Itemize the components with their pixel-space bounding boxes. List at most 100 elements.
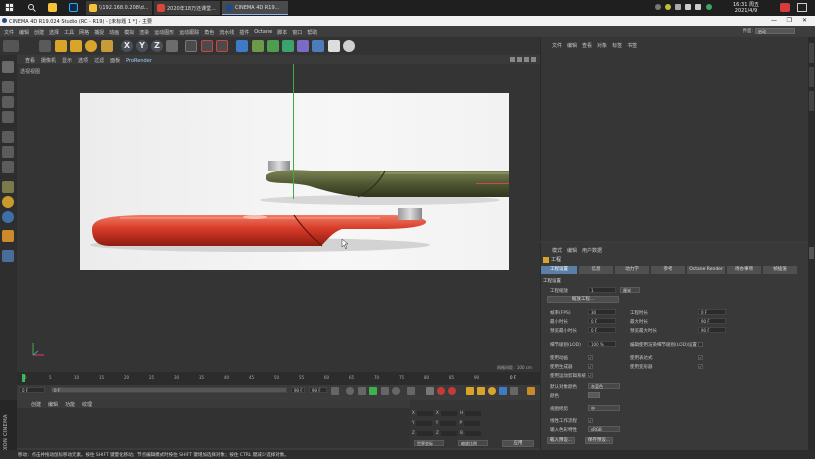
maximize-icon[interactable]	[531, 57, 536, 62]
right-tab-strip[interactable]	[808, 37, 815, 450]
x-axis-lock-button[interactable]: X	[121, 40, 133, 52]
material-menu-function[interactable]: 功能	[65, 401, 75, 408]
tab-octane-render[interactable]: Octane Render	[687, 266, 725, 274]
object-menu-edit[interactable]: 编辑	[567, 42, 577, 49]
recent-tool-icon[interactable]	[101, 40, 113, 52]
file-explorer-icon[interactable]	[48, 3, 57, 12]
tab-referencing[interactable]: 参考	[651, 266, 685, 274]
coordinate-system-icon[interactable]	[166, 40, 178, 52]
apply-button[interactable]: 应用	[502, 440, 534, 447]
load-preset-button[interactable]: 载入预设...	[547, 437, 575, 444]
menu-motion-tracking[interactable]: 运动跟踪	[179, 29, 199, 36]
system-tray[interactable]	[655, 4, 715, 12]
lod-render-checkbox[interactable]	[698, 342, 703, 347]
points-mode-icon[interactable]	[2, 131, 14, 143]
attr-menu-user-data[interactable]: 用户数据	[582, 247, 602, 254]
menu-snap[interactable]: 捕捉	[94, 29, 104, 36]
restore-icon[interactable]: ❐	[787, 17, 792, 24]
menu-script[interactable]: 脚本	[277, 29, 287, 36]
project-time-field[interactable]: 0 F	[698, 309, 726, 315]
chevron-up-icon[interactable]	[655, 4, 661, 10]
menu-octane[interactable]: Octane	[254, 29, 272, 35]
menu-tools[interactable]: 工具	[64, 29, 74, 36]
go-to-end-icon[interactable]	[407, 387, 415, 395]
notification-app-icon[interactable]	[780, 3, 790, 12]
use-deformers-checkbox[interactable]: ✓	[698, 364, 703, 369]
fps-field[interactable]: 30	[588, 309, 616, 315]
move-tool-icon[interactable]	[55, 40, 67, 52]
key-position-icon[interactable]	[466, 387, 474, 395]
rotate-tool-icon[interactable]	[85, 40, 97, 52]
orbit-icon[interactable]	[524, 57, 529, 62]
attr-menu-edit[interactable]: 编辑	[567, 247, 577, 254]
key-rotation-icon[interactable]	[488, 387, 496, 395]
play-icon[interactable]	[369, 387, 377, 395]
coordinate-mode-dropdown[interactable]: 世界坐标	[414, 440, 444, 446]
camera-icon[interactable]	[328, 40, 340, 52]
timeline-menu-icon[interactable]	[527, 387, 535, 395]
menu-mesh[interactable]: 网格	[79, 29, 89, 36]
previous-frame-icon[interactable]	[358, 387, 366, 395]
polygons-mode-icon[interactable]	[2, 161, 14, 173]
system-clock[interactable]: 16:31 周五 2021/4/9	[733, 2, 759, 14]
layout-dropdown[interactable]: 启动	[755, 28, 795, 34]
size-mode-dropdown[interactable]: 缩放比例	[458, 440, 488, 446]
menu-create[interactable]: 创建	[34, 29, 44, 36]
minimize-icon[interactable]: —	[771, 17, 777, 24]
texture-mode-icon[interactable]	[2, 96, 14, 108]
zoom-icon[interactable]	[517, 57, 522, 62]
object-menu-objects[interactable]: 对象	[597, 42, 607, 49]
tab-project-settings[interactable]: 工程设置	[541, 266, 577, 274]
linear-workflow-checkbox[interactable]: ✓	[588, 418, 593, 423]
rotation-b-field[interactable]	[464, 430, 481, 436]
floor-icon[interactable]	[312, 40, 324, 52]
project-scale-unit-dropdown[interactable]: 厘米	[620, 287, 640, 293]
lod-field[interactable]: 100 %	[588, 341, 616, 347]
object-menu-bookmarks[interactable]: 书签	[627, 42, 637, 49]
material-area[interactable]	[17, 408, 410, 448]
rotation-p-field[interactable]	[463, 420, 480, 426]
object-menu-view[interactable]: 查看	[582, 42, 592, 49]
object-manager[interactable]	[540, 37, 808, 241]
object-menu-file[interactable]: 文件	[552, 42, 562, 49]
rotation-h-field[interactable]	[465, 410, 482, 416]
cube-icon[interactable]	[236, 40, 248, 52]
record-keys-icon[interactable]	[426, 387, 434, 395]
material-menu-edit[interactable]: 编辑	[48, 401, 58, 408]
menu-simulate[interactable]: 模拟	[124, 29, 134, 36]
microphone-icon[interactable]	[675, 4, 681, 10]
scale-project-button[interactable]: 缩放工程...	[547, 296, 619, 303]
snap-icon[interactable]	[2, 211, 14, 223]
tab-todo[interactable]: 待办事项	[727, 266, 761, 274]
tweak-mode-icon[interactable]	[2, 196, 14, 208]
taskbar-tab-network-folder[interactable]: \\192.168.0.208\d...	[86, 1, 152, 15]
view-clipping-dropdown[interactable]: 中	[588, 405, 620, 411]
viewport-nav-icons[interactable]	[510, 57, 538, 63]
next-key-icon[interactable]	[392, 387, 400, 395]
use-motion-system-checkbox[interactable]: ✓	[588, 373, 593, 378]
preview-min-field[interactable]: 0 F	[588, 327, 616, 333]
use-generators-checkbox[interactable]: ✓	[588, 364, 593, 369]
render-view-icon[interactable]	[185, 40, 197, 52]
volume-icon[interactable]	[695, 4, 701, 10]
autokey-icon[interactable]	[437, 387, 445, 395]
content-browser-tab[interactable]	[809, 67, 814, 87]
viewport-menu-options[interactable]: 选项	[78, 57, 88, 64]
use-expressions-checkbox[interactable]: ✓	[698, 355, 703, 360]
menu-select[interactable]: 选择	[49, 29, 59, 36]
default-color-dropdown[interactable]: 灰蓝色	[588, 383, 620, 389]
axis-mode-icon[interactable]	[2, 181, 14, 193]
next-frame-icon[interactable]	[381, 387, 389, 395]
menu-render[interactable]: 渲染	[139, 29, 149, 36]
network-icon[interactable]	[685, 4, 691, 10]
objects-tab[interactable]	[809, 43, 814, 63]
render-region[interactable]	[80, 93, 509, 270]
keyframe-selection-icon[interactable]	[448, 387, 456, 395]
menu-plugins[interactable]: 插件	[239, 29, 249, 36]
viewport-menu-panel[interactable]: 面板	[110, 57, 120, 64]
undo-icon[interactable]	[3, 40, 19, 52]
max-time-field[interactable]: 90 F	[698, 318, 726, 324]
taskbar-tab-cinema4d[interactable]: CINEMA 4D R19...	[222, 1, 288, 15]
preview-max-field[interactable]: 90 F	[698, 327, 726, 333]
locked-workplane-icon[interactable]	[2, 230, 14, 242]
